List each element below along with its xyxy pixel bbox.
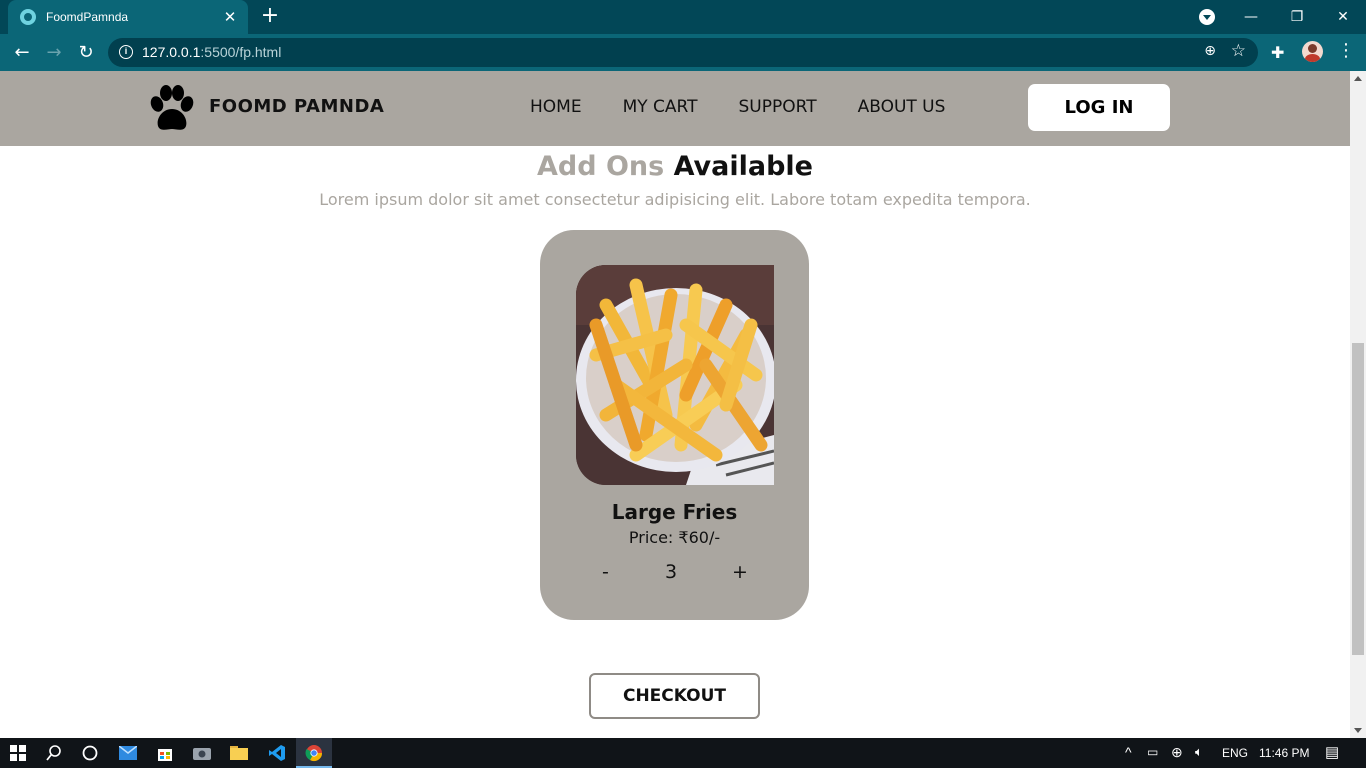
cortana-icon[interactable] xyxy=(72,738,108,768)
brand-name[interactable]: FOOMD PAMNDA xyxy=(209,96,384,117)
scroll-up-icon[interactable] xyxy=(1354,76,1362,81)
zoom-icon[interactable]: ⊕ xyxy=(1204,43,1216,59)
fries-image xyxy=(576,265,774,485)
browser-menu-icon[interactable]: ⋮ xyxy=(1337,42,1355,60)
globe-icon xyxy=(20,9,36,25)
close-window-button[interactable]: ✕ xyxy=(1320,0,1366,34)
mail-icon[interactable] xyxy=(110,738,146,768)
search-icon[interactable] xyxy=(36,738,72,768)
network-icon[interactable]: ⊕ xyxy=(1171,744,1183,761)
language-indicator[interactable]: ENG xyxy=(1222,746,1248,760)
scroll-down-icon[interactable] xyxy=(1354,728,1362,733)
windows-taskbar: ^ ▭ ⊕ 🔈︎ ENG 11:46 PM ▤ xyxy=(0,738,1366,768)
product-name: Large Fries xyxy=(611,500,738,524)
paw-logo-icon[interactable] xyxy=(148,85,194,133)
login-button[interactable]: LOG IN xyxy=(1028,84,1170,131)
nav-link-about-us[interactable]: ABOUT US xyxy=(858,97,946,117)
nav-link-my-cart[interactable]: MY CART xyxy=(623,97,698,117)
url-text[interactable]: 127.0.0.1:5500/fp.html xyxy=(142,44,281,60)
product-card: Large Fries Price: ₹60/- - 3 + xyxy=(540,230,809,620)
minimize-button[interactable]: — xyxy=(1228,0,1274,34)
section-subtitle: Lorem ipsum dolor sit amet consectetur a… xyxy=(319,190,1031,209)
increase-quantity-button[interactable]: + xyxy=(732,561,748,583)
file-explorer-icon[interactable] xyxy=(221,738,257,768)
vscode-icon[interactable] xyxy=(259,738,295,768)
checkout-button[interactable]: CHECKOUT xyxy=(589,673,760,719)
quantity-value: 3 xyxy=(665,561,678,583)
clock[interactable]: 11:46 PM xyxy=(1259,746,1309,760)
forward-arrow-icon[interactable]: → xyxy=(41,40,67,66)
bookmark-star-icon[interactable]: ☆ xyxy=(1231,41,1246,61)
product-price: Price: ₹60/- xyxy=(628,528,721,547)
section-title-part2: Available xyxy=(673,151,813,182)
browser-tab[interactable]: FoomdPamnda ✕ xyxy=(8,0,248,34)
main-nav: HOME MY CART SUPPORT ABOUT US xyxy=(530,97,986,117)
extensions-puzzle-icon[interactable]: ✚ xyxy=(1271,43,1284,62)
browser-tab-bar: FoomdPamnda ✕ + — ❐ ✕ xyxy=(0,0,1366,34)
windows-start-icon[interactable] xyxy=(0,738,36,768)
camera-icon[interactable] xyxy=(184,738,220,768)
decrease-quantity-button[interactable]: - xyxy=(602,561,609,583)
tab-search-icon[interactable] xyxy=(1199,9,1215,25)
new-tab-button[interactable]: + xyxy=(258,5,282,29)
scrollbar-thumb[interactable] xyxy=(1352,343,1364,655)
site-navbar: FOOMD PAMNDA HOME MY CART SUPPORT ABOUT … xyxy=(0,71,1350,146)
page-scrollbar[interactable] xyxy=(1350,71,1366,738)
profile-avatar[interactable] xyxy=(1302,41,1323,62)
restore-button[interactable]: ❐ xyxy=(1274,0,1320,34)
site-info-icon[interactable]: i xyxy=(119,45,133,59)
reload-icon[interactable]: ↻ xyxy=(73,40,99,66)
store-icon[interactable] xyxy=(147,738,183,768)
volume-icon[interactable]: 🔈︎ xyxy=(1195,744,1203,760)
chrome-icon[interactable] xyxy=(296,738,332,768)
back-arrow-icon[interactable]: ← xyxy=(9,40,35,66)
browser-toolbar: ← → ↻ i 127.0.0.1:5500/fp.html ⊕ ☆ xyxy=(0,34,1366,71)
section-title-part1: Add Ons xyxy=(537,151,665,182)
nav-link-support[interactable]: SUPPORT xyxy=(739,97,817,117)
tab-title: FoomdPamnda xyxy=(46,10,129,24)
address-bar[interactable]: i 127.0.0.1:5500/fp.html ⊕ ☆ xyxy=(108,38,1258,67)
notifications-icon[interactable]: ▤ xyxy=(1325,743,1339,761)
section-title: Add Ons Available xyxy=(0,151,1350,182)
tray-chevron-icon[interactable]: ^ xyxy=(1125,744,1132,760)
tab-close-icon[interactable]: ✕ xyxy=(222,8,238,26)
page-viewport: FOOMD PAMNDA HOME MY CART SUPPORT ABOUT … xyxy=(0,71,1350,738)
nav-link-home[interactable]: HOME xyxy=(530,97,582,117)
battery-icon[interactable]: ▭ xyxy=(1147,745,1158,759)
